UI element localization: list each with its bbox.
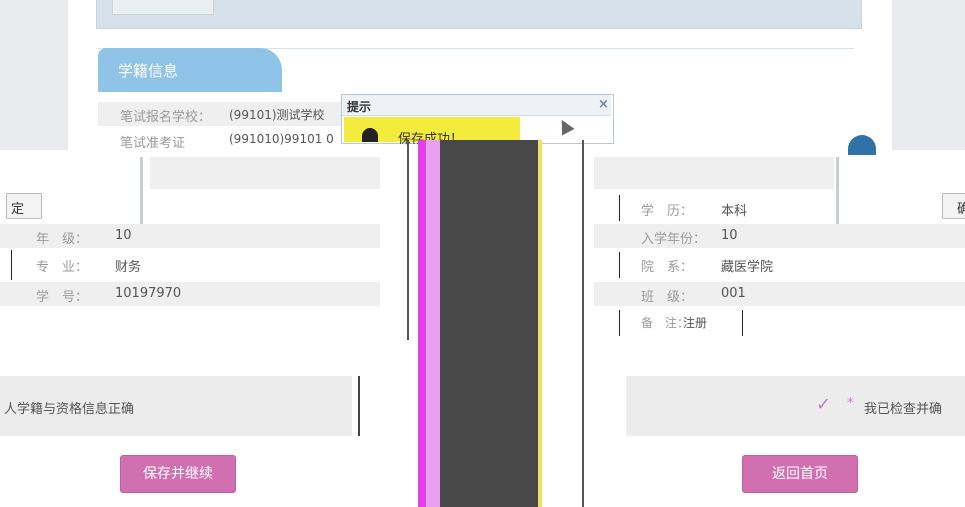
divider-line — [619, 310, 620, 336]
row-label: 年 级： — [36, 232, 89, 247]
dialog-titlebar — [342, 95, 611, 116]
note-box-left: 人学籍与资格信息正确 — [0, 376, 352, 436]
form-value: (99101)测试学校 — [229, 108, 325, 122]
divider-line — [742, 310, 743, 336]
row-value: 001 — [721, 286, 746, 301]
note-text: 我已检查并确 — [864, 402, 943, 417]
row-value: 注册 — [683, 316, 708, 330]
right-header-band — [594, 157, 834, 189]
check-icon[interactable]: ✓ — [816, 394, 831, 415]
confirm-button-label: 确 — [957, 202, 965, 217]
info-icon — [848, 135, 876, 155]
glitch-column — [426, 140, 440, 507]
row-label: 院 系： — [641, 260, 694, 275]
info-icon — [362, 128, 378, 142]
row-value: 10 — [115, 228, 132, 243]
back-home-button[interactable]: 返回首页 — [742, 455, 858, 493]
form-label: 笔试准考证 — [120, 136, 186, 151]
save-continue-button[interactable]: 保存并继续 — [120, 455, 236, 493]
save-continue-label: 保存并继续 — [143, 466, 213, 482]
glitch-column — [440, 140, 538, 507]
row-value: 藏医学院 — [721, 260, 774, 275]
section-tab: 学籍信息 — [98, 48, 282, 92]
divider-line — [407, 140, 409, 340]
divider-line — [358, 376, 360, 436]
glitch-column — [538, 140, 542, 507]
row-label: 学 历： — [641, 204, 694, 219]
row-label: 备 注： — [641, 316, 690, 330]
glitch-column — [418, 140, 426, 507]
row-label: 入学年份： — [641, 232, 707, 247]
row-value: 10 — [721, 228, 738, 243]
required-star: * — [847, 396, 854, 411]
back-home-label: 返回首页 — [772, 466, 828, 482]
row-label: 班 级： — [641, 290, 694, 305]
form-value: (991010)99101 0 — [229, 132, 334, 146]
row-value: 财务 — [115, 260, 142, 275]
divider-line — [619, 252, 620, 278]
right-margin — [892, 0, 965, 150]
confirm-button[interactable]: 定 — [6, 193, 42, 219]
row-value: 本科 — [721, 204, 748, 219]
note-text: 人学籍与资格信息正确 — [4, 402, 135, 417]
row-label: 学 号： — [36, 290, 89, 305]
section-title: 学籍信息 — [118, 62, 179, 80]
note-box-right: ✓ * 我已检查并确 — [626, 376, 965, 436]
dialog-title: 提示 — [347, 100, 372, 114]
row-label: 专 业： — [36, 260, 89, 275]
divider-line — [582, 140, 584, 507]
left-margin — [0, 0, 68, 150]
top-panel-button[interactable] — [112, 0, 214, 15]
divider-line — [619, 195, 620, 221]
form-label: 笔试报名学校： — [120, 110, 212, 125]
confirm-button-label: 定 — [11, 202, 25, 217]
row-value: 10197970 — [115, 286, 182, 301]
confirm-button[interactable]: 确 — [942, 193, 965, 219]
divider-line — [11, 250, 12, 280]
close-icon[interactable]: × — [598, 97, 609, 112]
left-header-band — [150, 157, 380, 189]
